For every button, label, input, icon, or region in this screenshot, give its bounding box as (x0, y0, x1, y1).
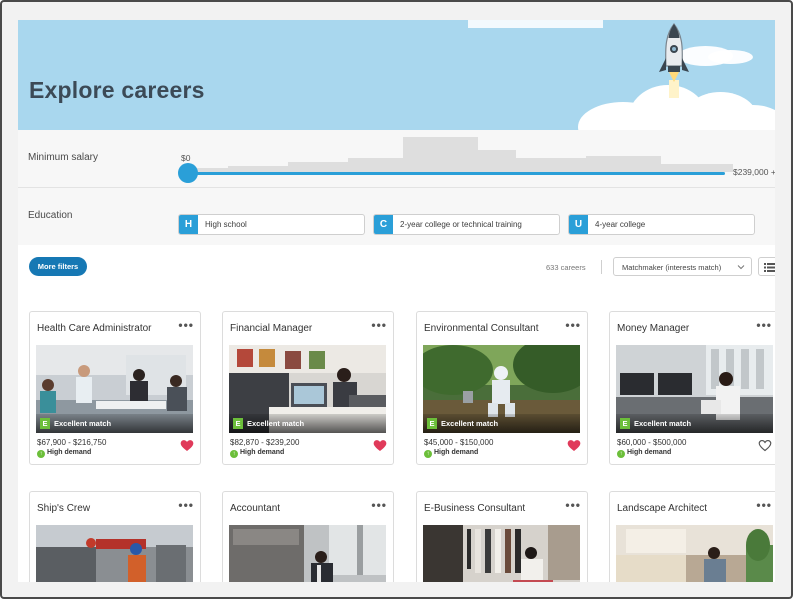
match-badge: E (233, 418, 243, 429)
more-options-icon[interactable]: ••• (565, 318, 581, 332)
more-options-icon[interactable]: ••• (178, 498, 194, 512)
education-option-label: High school (205, 220, 247, 229)
match-label: Excellent match (634, 419, 692, 428)
trend-up-icon: ↑ (424, 450, 432, 458)
sort-dropdown[interactable]: Matchmaker (interests match) (613, 257, 752, 276)
salary-range: $45,000 - $150,000 (424, 438, 494, 447)
explore-careers-page: Explore careers Minimum salary $0 $239,0… (18, 20, 775, 582)
hero-banner: Explore careers (18, 20, 775, 130)
demand-label: High demand (47, 449, 92, 456)
match-banner: E Excellent match (229, 414, 386, 433)
more-options-icon[interactable]: ••• (565, 498, 581, 512)
match-banner: E Excellent match (36, 414, 193, 433)
salary-histogram (188, 137, 733, 172)
career-title: Financial Manager (230, 323, 313, 334)
toolbar-divider (601, 260, 602, 274)
education-label: Education (28, 210, 73, 221)
career-card[interactable]: Health Care Administrator ••• E Excellen… (29, 311, 201, 465)
list-view-toggle[interactable] (758, 257, 775, 276)
trend-up-icon: ↑ (230, 450, 238, 458)
career-photo (423, 525, 580, 582)
career-card[interactable]: Financial Manager ••• E Excellent match (222, 311, 394, 465)
salary-range: $82,870 - $239,200 (230, 438, 300, 447)
demand-indicator: ↑ High demand (37, 449, 91, 458)
more-options-icon[interactable]: ••• (756, 498, 772, 512)
education-option-label: 4-year college (595, 220, 646, 229)
rocket-icon (659, 23, 689, 98)
education-letter: H (179, 215, 198, 234)
career-card[interactable]: Ship's Crew ••• (29, 491, 201, 582)
salary-range: $60,000 - $500,000 (617, 438, 687, 447)
career-photo: E Excellent match (423, 345, 580, 433)
education-option-2-year-college[interactable]: C 2-year college or technical training (373, 214, 560, 235)
career-card[interactable]: Accountant ••• (222, 491, 394, 582)
education-option-high-school[interactable]: H High school (178, 214, 365, 235)
more-options-icon[interactable]: ••• (178, 318, 194, 332)
hero-strip (468, 20, 603, 28)
education-letter: U (569, 215, 588, 234)
demand-label: High demand (240, 449, 285, 456)
match-badge: E (40, 418, 50, 429)
page-title: Explore careers (29, 77, 205, 103)
heart-outline-icon[interactable] (758, 439, 772, 452)
demand-indicator: ↑ High demand (230, 449, 284, 458)
education-letter: C (374, 215, 393, 234)
filters-panel: Minimum salary $0 $239,000 + Education H (18, 130, 775, 245)
career-title: Landscape Architect (617, 503, 708, 514)
career-title: Accountant (230, 503, 281, 514)
career-count: 633 careers (546, 263, 586, 272)
cloud (708, 50, 753, 64)
filter-divider (18, 187, 775, 188)
career-title: Environmental Consultant (424, 323, 539, 334)
match-label: Excellent match (441, 419, 499, 428)
match-banner: E Excellent match (423, 414, 580, 433)
chevron-down-icon (737, 265, 745, 270)
match-label: Excellent match (54, 419, 112, 428)
demand-label: High demand (434, 449, 479, 456)
demand-label: High demand (627, 449, 672, 456)
career-card[interactable]: Money Manager ••• E Excellent match $60,… (609, 311, 775, 465)
more-filters-button[interactable]: More filters (29, 257, 87, 276)
list-icon (764, 263, 775, 272)
heart-filled-icon[interactable] (567, 439, 581, 452)
salary-min-value: $0 (181, 153, 191, 163)
trend-up-icon: ↑ (617, 450, 625, 458)
heart-filled-icon[interactable] (373, 439, 387, 452)
career-card[interactable]: Environmental Consultant ••• E Excellent (416, 311, 588, 465)
more-options-icon[interactable]: ••• (756, 318, 772, 332)
sort-selected-label: Matchmaker (interests match) (622, 263, 722, 272)
more-options-icon[interactable]: ••• (371, 498, 387, 512)
career-photo: E Excellent match (229, 345, 386, 433)
salary-range: $67,900 - $216,750 (37, 438, 107, 447)
career-title: Health Care Administrator (37, 323, 152, 334)
career-photo (229, 525, 386, 582)
salary-slider-thumb[interactable] (178, 163, 198, 183)
career-title: Money Manager (617, 323, 690, 334)
career-photo: E Excellent match (616, 345, 773, 433)
career-title: Ship's Crew (37, 503, 91, 514)
match-badge: E (427, 418, 437, 429)
demand-indicator: ↑ High demand (617, 449, 671, 458)
more-options-icon[interactable]: ••• (371, 318, 387, 332)
salary-slider-track[interactable] (188, 172, 725, 175)
education-option-label: 2-year college or technical training (400, 220, 522, 229)
match-label: Excellent match (247, 419, 305, 428)
career-title: E-Business Consultant (424, 503, 526, 514)
trend-up-icon: ↑ (37, 450, 45, 458)
career-photo (616, 525, 773, 582)
career-photo (36, 525, 193, 582)
demand-indicator: ↑ High demand (424, 449, 478, 458)
match-banner: E Excellent match (616, 414, 773, 433)
career-card[interactable]: Landscape Architect ••• (609, 491, 775, 582)
career-photo: E Excellent match (36, 345, 193, 433)
salary-label: Minimum salary (28, 152, 99, 163)
education-option-4-year-college[interactable]: U 4-year college (568, 214, 755, 235)
heart-filled-icon[interactable] (180, 439, 194, 452)
career-card[interactable]: E-Business Consultant ••• (416, 491, 588, 582)
match-badge: E (620, 418, 630, 429)
salary-max-value: $239,000 + (733, 167, 775, 177)
app-frame: Explore careers Minimum salary $0 $239,0… (0, 0, 793, 599)
